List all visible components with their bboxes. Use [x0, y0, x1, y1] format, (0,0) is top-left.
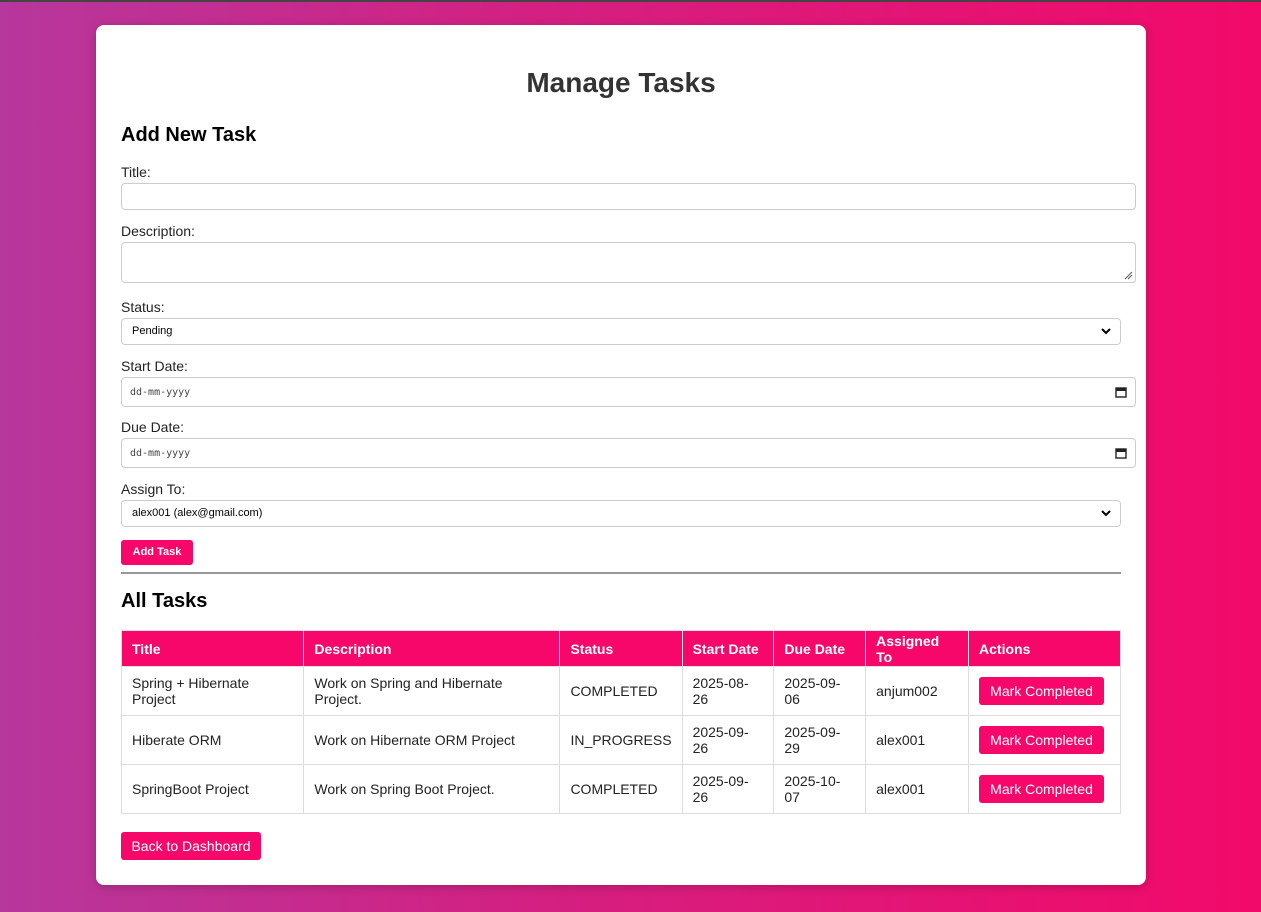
column-header-start-date: Start Date [681, 630, 775, 667]
page-title: Manage Tasks [526, 67, 716, 98]
title-input[interactable] [121, 183, 1136, 210]
assign-to-select-value: alex001 (alex@gmail.com) [132, 507, 263, 519]
table-row: Spring + Hibernate Project Work on Sprin… [120, 666, 1121, 716]
status-select-value: Pending [132, 325, 173, 337]
table-row: SpringBoot Project Work on Spring Boot P… [120, 764, 1121, 814]
all-tasks-heading: All Tasks [121, 590, 208, 612]
calendar-icon[interactable] [1115, 447, 1127, 459]
description-label: Description: [121, 223, 195, 239]
mark-completed-button[interactable]: Mark Completed [979, 677, 1105, 705]
cell-title: Spring + Hibernate Project [120, 666, 305, 716]
mark-completed-button[interactable]: Mark Completed [979, 726, 1105, 754]
due-date-label: Due Date: [121, 419, 185, 435]
cell-due-date: 2025-10-07 [773, 764, 867, 814]
cell-title: Hiberate ORM [120, 715, 305, 765]
assign-to-label: Assign To: [121, 481, 186, 497]
assign-to-select[interactable]: alex001 (alex@gmail.com) [121, 500, 1121, 527]
cell-actions: Mark Completed [968, 764, 1121, 814]
chevron-down-icon [1101, 510, 1111, 517]
due-date-placeholder: dd-mm-yyyy [130, 448, 191, 459]
cell-title: SpringBoot Project [120, 764, 305, 814]
manage-tasks-card: Manage Tasks Add New Task Title: Descrip… [96, 25, 1146, 885]
cell-description: Work on Spring Boot Project. [303, 764, 561, 814]
status-select[interactable]: Pending [121, 318, 1121, 345]
title-label: Title: [121, 164, 151, 180]
calendar-icon[interactable] [1115, 386, 1127, 398]
table-header-row: Title Description Status Start Date Due … [120, 630, 1121, 667]
cell-actions: Mark Completed [968, 666, 1121, 716]
tasks-table: Title Description Status Start Date Due … [120, 630, 1121, 814]
column-header-assigned-to: Assigned To [865, 630, 970, 667]
cell-assigned-to: alex001 [865, 764, 970, 814]
cell-description: Work on Spring and Hibernate Project. [303, 666, 561, 716]
back-to-dashboard-button[interactable]: Back to Dashboard [121, 832, 261, 860]
description-textarea[interactable] [121, 242, 1136, 283]
column-header-title: Title [120, 630, 305, 667]
start-date-input[interactable]: dd-mm-yyyy [121, 377, 1136, 407]
column-header-status: Status [559, 630, 683, 667]
cell-assigned-to: alex001 [865, 715, 970, 765]
mark-completed-button[interactable]: Mark Completed [979, 775, 1105, 803]
cell-assigned-to: anjum002 [865, 666, 970, 716]
add-task-button[interactable]: Add Task [121, 540, 193, 565]
cell-start-date: 2025-09-26 [681, 715, 775, 765]
start-date-placeholder: dd-mm-yyyy [130, 387, 191, 398]
due-date-input[interactable]: dd-mm-yyyy [121, 438, 1136, 468]
cell-description: Work on Hibernate ORM Project [303, 715, 561, 765]
resize-grip-icon[interactable] [1123, 270, 1133, 280]
cell-due-date: 2025-09-29 [773, 715, 867, 765]
cell-status: COMPLETED [559, 764, 683, 814]
cell-start-date: 2025-08-26 [681, 666, 775, 716]
add-task-heading: Add New Task [121, 124, 257, 146]
cell-actions: Mark Completed [968, 715, 1121, 765]
column-header-description: Description [303, 630, 561, 667]
start-date-label: Start Date: [121, 358, 188, 374]
cell-status: COMPLETED [559, 666, 683, 716]
cell-start-date: 2025-09-26 [681, 764, 775, 814]
table-row: Hiberate ORM Work on Hibernate ORM Proje… [120, 715, 1121, 765]
window-top-border [0, 0, 1261, 2]
cell-due-date: 2025-09-06 [773, 666, 867, 716]
status-label: Status: [121, 299, 165, 315]
column-header-actions: Actions [968, 630, 1121, 667]
cell-status: IN_PROGRESS [559, 715, 683, 765]
column-header-due-date: Due Date [773, 630, 867, 667]
section-divider [121, 572, 1121, 574]
chevron-down-icon [1101, 328, 1111, 335]
